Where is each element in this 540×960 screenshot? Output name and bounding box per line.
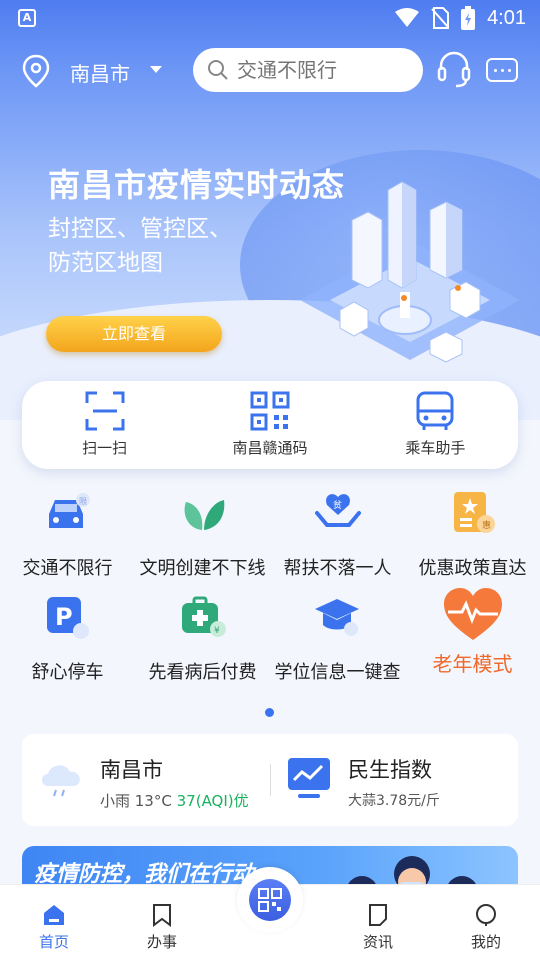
service-label: 先看病后付费 (148, 662, 257, 683)
banner-subtitle-line: 封控区、管控区、 (48, 216, 232, 242)
info-card: 南昌市 小雨 13°C 37(AQI)优 民生指数 大蒜3.78元/斤 (22, 734, 518, 826)
livelihood-detail: 大蒜3.78元/斤 (348, 793, 440, 809)
quick-label: 乘车助手 (405, 439, 466, 457)
tab-profile[interactable]: 我的 (432, 885, 540, 960)
bottom-tab-bar: 首页 办事 资讯 我的 (0, 867, 540, 960)
service-policy[interactable]: 惠 优惠政策直达 (405, 488, 540, 592)
weather-city: 南昌市 (100, 758, 163, 782)
no-sim-icon (431, 7, 450, 29)
livelihood-title[interactable]: 民生指数 (348, 754, 432, 784)
svg-text:¥: ¥ (214, 626, 220, 636)
chevron-down-icon[interactable] (150, 66, 162, 73)
tab-label: 首页 (38, 933, 69, 951)
quick-label: 扫一扫 (82, 439, 128, 457)
clock: 4:01 (487, 6, 526, 29)
search-bar[interactable] (193, 48, 423, 92)
service-medical[interactable]: ¥ 先看病后付费 (135, 592, 270, 696)
heart-icon (442, 588, 504, 644)
service-label: 舒心停车 (31, 662, 104, 683)
svg-text:P: P (55, 603, 73, 631)
battery-icon (461, 6, 476, 30)
tab-news[interactable]: 资讯 (324, 885, 432, 960)
svg-text:限: 限 (79, 497, 87, 506)
service-label: 学位信息一键查 (274, 662, 401, 683)
document-icon (369, 904, 387, 926)
qr-code-icon (250, 391, 290, 431)
service-traffic[interactable]: 限 交通不限行 (0, 488, 135, 592)
health-code-button[interactable]: 南昌赣通码 (187, 381, 352, 469)
tab-label: 我的 (470, 933, 501, 951)
tab-services[interactable]: 办事 (108, 885, 216, 960)
policy-icon: 惠 (447, 488, 499, 540)
scan-icon (85, 391, 125, 431)
leaf-icon (177, 488, 229, 540)
service-school[interactable]: 学位信息一键查 (270, 592, 405, 696)
svg-text:惠: 惠 (482, 519, 491, 531)
service-grid: 限 交通不限行 文明创建不下线 贫 帮扶不落一人 惠 优惠政策直达 P 舒心停车… (0, 488, 540, 696)
page-indicator (265, 708, 274, 717)
center-qr-button[interactable] (237, 867, 303, 933)
divider (270, 764, 271, 796)
hero-banner: A 4:01 南昌市 南昌市疫情实时动态 封控区、 (0, 0, 540, 420)
trend-chart-icon[interactable] (286, 756, 332, 800)
banner-subtitle-line: 防范区地图 (48, 250, 163, 276)
quick-label: 南昌赣通码 (232, 439, 308, 457)
rain-cloud-icon (42, 765, 80, 797)
service-label: 交通不限行 (22, 558, 113, 579)
banner-subtitle: 封控区、管控区、 防范区地图 (48, 212, 288, 280)
quick-actions-card: 扫一扫 南昌赣通码 乘车助手 (22, 381, 518, 469)
aqi-value: 37(AQI)优 (176, 792, 249, 810)
service-assistance[interactable]: 贫 帮扶不落一人 (270, 488, 405, 592)
service-label: 优惠政策直达 (418, 558, 527, 579)
helping-hands-icon: 贫 (312, 488, 364, 540)
tab-label: 资讯 (362, 933, 393, 951)
medical-kit-icon: ¥ (177, 592, 229, 644)
qr-code-icon (258, 888, 282, 912)
service-civilization[interactable]: 文明创建不下线 (135, 488, 270, 592)
service-label: 文明创建不下线 (139, 558, 266, 579)
app-notification-icon: A (18, 9, 36, 27)
city-illustration (300, 181, 520, 363)
tab-label: 办事 (146, 933, 177, 951)
city-selector[interactable]: 南昌市 (70, 58, 130, 87)
status-bar: A 4:01 (0, 0, 540, 36)
graduation-cap-icon (312, 592, 364, 644)
car-icon: 限 (42, 488, 94, 540)
wifi-icon (395, 8, 420, 27)
service-label: 帮扶不落一人 (283, 558, 392, 579)
search-icon (208, 60, 228, 80)
view-now-button[interactable]: 立即查看 (46, 316, 222, 352)
ride-assistant-button[interactable]: 乘车助手 (353, 381, 518, 469)
weather-condition: 小雨 13°C (100, 792, 172, 810)
bus-icon (416, 391, 454, 430)
search-input[interactable] (237, 58, 407, 82)
service-parking[interactable]: P 舒心停车 (0, 592, 135, 696)
elder-mode-button[interactable]: 老年模式 (405, 588, 540, 696)
user-icon (476, 904, 496, 926)
tab-home[interactable]: 首页 (0, 885, 108, 960)
tab-scan-code[interactable] (216, 867, 324, 960)
headset-icon[interactable] (436, 50, 472, 90)
weather-detail: 小雨 13°C 37(AQI)优 (100, 790, 249, 811)
location-pin-icon[interactable] (22, 54, 50, 88)
scan-button[interactable]: 扫一扫 (22, 381, 187, 469)
elder-mode-label: 老年模式 (432, 652, 513, 676)
top-bar: 南昌市 (0, 46, 540, 94)
svg-text:贫: 贫 (333, 499, 342, 511)
home-icon (44, 905, 64, 925)
more-menu-icon[interactable] (486, 58, 518, 82)
bookmark-icon (153, 904, 171, 927)
parking-icon: P (42, 592, 94, 644)
